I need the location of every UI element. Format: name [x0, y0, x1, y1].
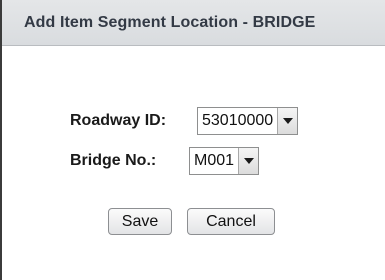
cancel-button[interactable]: Cancel — [187, 208, 275, 235]
roadway-id-select[interactable]: 53010000 — [197, 107, 299, 135]
dialog-actions: Save Cancel — [108, 208, 275, 235]
save-button[interactable]: Save — [108, 208, 172, 235]
dialog-left-border — [0, 0, 2, 280]
bridge-no-value: M001 — [194, 152, 235, 169]
dialog-title: Add Item Segment Location - BRIDGE — [24, 14, 316, 31]
roadway-id-dropdown-button[interactable] — [277, 108, 298, 134]
add-item-segment-dialog: Add Item Segment Location - BRIDGE Roadw… — [0, 0, 385, 280]
bridge-no-select[interactable]: M001 — [189, 147, 260, 175]
bridge-no-row: Bridge No.: M001 — [70, 147, 260, 175]
roadway-id-row: Roadway ID: 53010000 — [70, 107, 299, 135]
roadway-id-value: 53010000 — [202, 112, 274, 129]
roadway-id-label: Roadway ID: — [70, 112, 167, 129]
bridge-no-dropdown-button[interactable] — [238, 148, 259, 174]
chevron-down-icon — [282, 118, 293, 124]
bridge-no-label: Bridge No.: — [70, 152, 157, 169]
chevron-down-icon — [243, 158, 254, 164]
dialog-titlebar[interactable]: Add Item Segment Location - BRIDGE — [0, 0, 385, 46]
